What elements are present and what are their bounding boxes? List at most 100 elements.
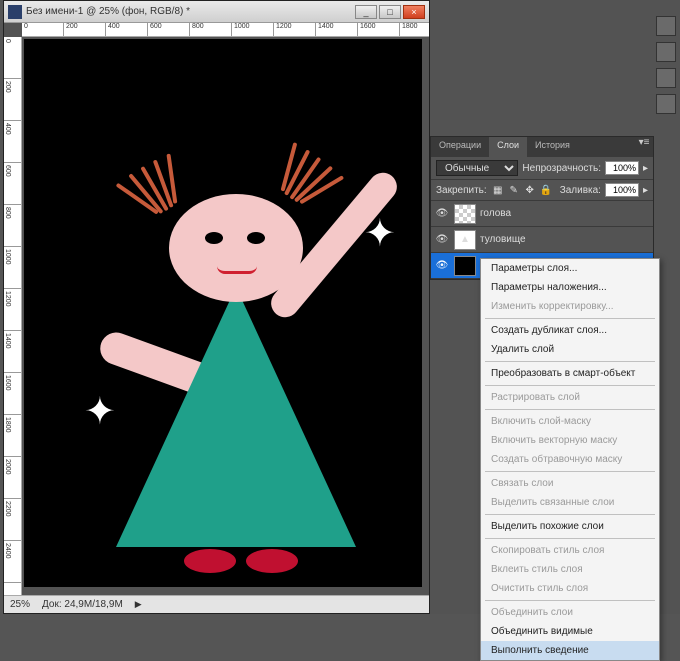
ruler-tick: 1000 [4, 247, 21, 289]
status-arrow-icon[interactable]: ▶ [135, 599, 142, 610]
zoom-level[interactable]: 25% [10, 599, 30, 610]
menu-clear-style: Очистить стиль слоя [481, 579, 659, 598]
menu-rasterize: Растрировать слой [481, 388, 659, 407]
menu-duplicate-layer[interactable]: Создать дубликат слоя... [481, 321, 659, 340]
lock-all-icon[interactable]: 🔒 [539, 183, 553, 197]
menu-merge-visible[interactable]: Объединить видимые [481, 622, 659, 641]
titlebar[interactable]: Без имени-1 @ 25% (фон, RGB/8) * _ □ × [4, 1, 429, 23]
ruler-tick: 0 [4, 37, 21, 79]
tab-operations[interactable]: Операции [431, 137, 489, 157]
ruler-tick: 1800 [4, 415, 21, 457]
menu-clip-mask: Создать обтравочную маску [481, 450, 659, 469]
menu-delete-layer[interactable]: Удалить слой [481, 340, 659, 359]
ruler-tick: 2000 [4, 457, 21, 499]
menu-merge-layers: Объединить слои [481, 603, 659, 622]
tab-history[interactable]: История [527, 137, 578, 157]
document-title: Без имени-1 @ 25% (фон, RGB/8) * [26, 6, 190, 17]
lock-transparency-icon[interactable]: ▦ [491, 183, 505, 197]
lock-icons-group: ▦ ✎ ✥ 🔒 [491, 183, 553, 197]
panel-tabs: Операции Слои История ▾≡ [431, 137, 653, 157]
tool-icon[interactable] [656, 42, 676, 62]
lock-position-icon[interactable]: ✥ [523, 183, 537, 197]
ruler-tick: 400 [4, 121, 21, 163]
tool-icon[interactable] [656, 68, 676, 88]
ruler-tick: 1600 [4, 373, 21, 415]
menu-copy-style: Скопировать стиль слоя [481, 541, 659, 560]
doc-size-label: Док: 24,9M/18,9M [42, 599, 123, 610]
visibility-icon[interactable]: 👁 [434, 234, 450, 245]
fill-input[interactable] [605, 183, 639, 197]
canvas-viewport[interactable]: ✦ ✦ [22, 37, 429, 595]
menu-select-similar[interactable]: Выделить похожие слои [481, 517, 659, 536]
menu-smart-object[interactable]: Преобразовать в смарт-объект [481, 364, 659, 383]
tool-icon[interactable] [656, 94, 676, 114]
menu-enable-mask: Включить слой-маску [481, 412, 659, 431]
document-window: Без имени-1 @ 25% (фон, RGB/8) * _ □ × 0… [3, 0, 430, 614]
minimize-button[interactable]: _ [355, 5, 377, 19]
ruler-tick: 1200 [274, 23, 316, 36]
menu-layer-options[interactable]: Параметры слоя... [481, 259, 659, 278]
ruler-tick: 2200 [4, 499, 21, 541]
ruler-tick: 400 [106, 23, 148, 36]
menu-edit-adjustment: Изменить корректировку... [481, 297, 659, 316]
layer-thumbnail[interactable]: ▲ [454, 230, 476, 250]
sparkle-icon: ✦ [84, 389, 116, 434]
panel-menu-icon[interactable]: ▾≡ [635, 137, 653, 157]
menu-select-linked: Выделить связанные слои [481, 493, 659, 512]
ruler-tick: 200 [4, 79, 21, 121]
menu-separator [485, 600, 655, 601]
ruler-tick: 0 [22, 23, 64, 36]
menu-separator [485, 514, 655, 515]
doll-eye [205, 232, 223, 244]
ruler-tick: 1200 [4, 289, 21, 331]
maximize-button[interactable]: □ [379, 5, 401, 19]
menu-separator [485, 361, 655, 362]
opacity-label: Непрозрачность: [522, 163, 601, 174]
ruler-tick: 1800 [400, 23, 429, 36]
visibility-icon[interactable]: 👁 [434, 208, 450, 219]
ruler-tick: 1400 [4, 331, 21, 373]
ruler-horizontal[interactable]: 0 200 400 600 800 1000 1200 1400 1600 18… [22, 23, 429, 37]
layer-row[interactable]: 👁 голова [431, 201, 653, 227]
menu-separator [485, 471, 655, 472]
dropdown-arrow-icon[interactable]: ▸ [643, 163, 648, 174]
menu-blend-options[interactable]: Параметры наложения... [481, 278, 659, 297]
menu-paste-style: Вклеить стиль слоя [481, 560, 659, 579]
layer-thumbnail[interactable] [454, 256, 476, 276]
menu-separator [485, 538, 655, 539]
fill-label: Заливка: [560, 185, 601, 196]
ruler-tick: 800 [4, 205, 21, 247]
close-button[interactable]: × [403, 5, 425, 19]
blend-mode-select[interactable]: Обычные [436, 160, 518, 176]
menu-separator [485, 385, 655, 386]
layer-context-menu: Параметры слоя... Параметры наложения...… [480, 258, 660, 661]
menu-enable-vmask: Включить векторную маску [481, 431, 659, 450]
ruler-tick: 600 [148, 23, 190, 36]
tab-layers[interactable]: Слои [489, 137, 527, 157]
menu-flatten[interactable]: Выполнить сведение [481, 641, 659, 660]
ruler-tick: 200 [64, 23, 106, 36]
layer-name[interactable]: туловище [480, 234, 526, 245]
sparkle-icon: ✦ [364, 211, 396, 256]
doll-mouth [217, 266, 257, 274]
menu-link-layers: Связать слои [481, 474, 659, 493]
visibility-icon[interactable]: 👁 [434, 260, 450, 271]
app-icon [8, 5, 22, 19]
doll-eye [247, 232, 265, 244]
opacity-input[interactable] [605, 161, 639, 175]
ruler-tick: 1000 [232, 23, 274, 36]
tool-icon[interactable] [656, 16, 676, 36]
doll-dress [116, 287, 356, 547]
doll-foot [184, 549, 236, 573]
ruler-vertical[interactable]: 0 200 400 600 800 1000 1200 1400 1600 18… [4, 37, 22, 595]
statusbar: 25% Док: 24,9M/18,9M ▶ [4, 595, 429, 613]
lock-paint-icon[interactable]: ✎ [507, 183, 521, 197]
canvas[interactable]: ✦ ✦ [24, 39, 422, 587]
ruler-tick: 2400 [4, 541, 21, 583]
tools-strip [654, 12, 680, 118]
ruler-tick: 1600 [358, 23, 400, 36]
layer-thumbnail[interactable] [454, 204, 476, 224]
layer-row[interactable]: 👁 ▲ туловище [431, 227, 653, 253]
layer-name[interactable]: голова [480, 208, 511, 219]
dropdown-arrow-icon[interactable]: ▸ [643, 185, 648, 196]
